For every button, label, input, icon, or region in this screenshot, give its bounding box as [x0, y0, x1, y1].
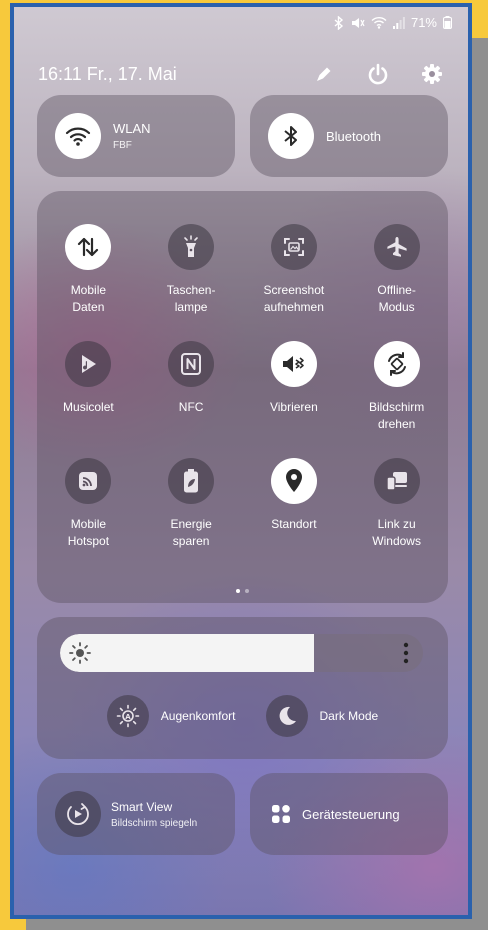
clock: 16:11 Fr., 17. Mai [38, 64, 177, 85]
sun-icon [69, 642, 91, 664]
clock-time: 16:11 [38, 63, 82, 84]
tile-label: Mobile Hotspot [67, 517, 110, 548]
dark-mode-label: Dark Mode [319, 709, 379, 723]
smart-view-icon [55, 791, 101, 837]
tile-hotspot[interactable]: Mobile Hotspot [37, 458, 140, 575]
eye-comfort-toggle[interactable]: A Augenkomfort [106, 695, 236, 737]
smart-view-label: Smart View [111, 799, 173, 814]
page-indicator [37, 589, 448, 593]
tile-label: Musicolet [63, 400, 114, 414]
hotspot-icon [65, 458, 112, 504]
tile-nfc[interactable]: NFC [140, 341, 243, 458]
tile-label: Taschen- lampe [166, 283, 216, 314]
tile-label: Link zu Windows [372, 517, 421, 548]
device-control-label: Gerätesteuerung [302, 806, 400, 822]
power-icon [368, 63, 388, 85]
tile-label: Screenshot aufnehmen [263, 283, 325, 314]
tile-airplane-mode[interactable]: Offline- Modus [345, 224, 448, 341]
header-tools [312, 62, 444, 86]
battery-percent: 71% [410, 15, 437, 30]
tile-link-to-windows[interactable]: Link zu Windows [345, 458, 448, 575]
settings-button[interactable] [420, 62, 444, 86]
status-bar: 71% [333, 15, 452, 30]
wifi-status-icon [371, 16, 387, 29]
quick-tiles-panel: Mobile Daten Taschen- lampe Screenshot a… [37, 191, 448, 603]
tile-label: Vibrieren [269, 400, 318, 414]
tile-label: Bildschirm drehen [368, 400, 425, 431]
dark-mode-toggle[interactable]: Dark Mode [265, 695, 379, 737]
smart-view-button[interactable]: Smart View Bildschirm spiegeln [37, 773, 235, 855]
nfc-icon [168, 341, 215, 387]
battery-saver-icon [168, 458, 215, 504]
bluetooth-icon [268, 113, 314, 159]
mobile-data-icon [65, 224, 112, 270]
tile-label: Mobile Daten [70, 283, 107, 314]
tile-flashlight[interactable]: Taschen- lampe [140, 224, 243, 341]
screenshot-icon [270, 224, 317, 270]
tile-musicolet[interactable]: Musicolet [37, 341, 140, 458]
musicolet-icon [65, 341, 112, 387]
brightness-slider-fill [60, 634, 315, 672]
bluetooth-status-icon [333, 15, 345, 30]
tile-label: Standort [271, 517, 317, 531]
tile-label: NFC [178, 400, 204, 414]
power-button[interactable] [366, 62, 390, 86]
brightness-slider[interactable] [60, 634, 423, 672]
device-control-button[interactable]: Gerätesteuerung [250, 773, 448, 855]
vibrate-icon [270, 341, 317, 387]
quick-tiles-grid: Mobile Daten Taschen- lampe Screenshot a… [37, 224, 448, 575]
wlan-label: WLAN [113, 121, 151, 136]
panel-header: 16:11 Fr., 17. Mai [38, 61, 444, 87]
quick-panel-screen: 71% 16:11 Fr., 17. Mai WLAN FBF Bluetoot… [10, 3, 472, 919]
device-control-icon [272, 805, 290, 823]
airplane-icon [373, 224, 420, 270]
wlan-network: FBF [113, 140, 132, 151]
edit-button[interactable] [312, 62, 336, 86]
tile-power-saving[interactable]: Energie sparen [140, 458, 243, 575]
moon-icon [265, 695, 308, 737]
tile-location[interactable]: Standort [243, 458, 346, 575]
rotate-icon [373, 341, 420, 387]
tile-label: Energie sparen [170, 517, 212, 548]
clock-date: Fr., 17. Mai [86, 63, 177, 84]
pencil-icon [317, 67, 331, 81]
mute-status-icon [351, 16, 365, 30]
location-icon [270, 458, 317, 504]
tile-screenshot[interactable]: Screenshot aufnehmen [243, 224, 346, 341]
svg-text:A: A [125, 713, 131, 721]
page-dot-active [236, 589, 240, 593]
brightness-panel: A Augenkomfort Dark Mode [37, 617, 448, 759]
page-dot [245, 589, 249, 593]
tile-mobile-data[interactable]: Mobile Daten [37, 224, 140, 341]
bluetooth-toggle[interactable]: Bluetooth [250, 95, 448, 177]
flashlight-icon [168, 224, 215, 270]
tile-vibrate[interactable]: Vibrieren [243, 341, 346, 458]
eye-comfort-label: Augenkomfort [160, 709, 236, 723]
link-windows-icon [373, 458, 420, 504]
wifi-icon [55, 113, 101, 159]
display-toggles: A Augenkomfort Dark Mode [37, 695, 448, 737]
battery-icon [443, 16, 452, 29]
wlan-toggle[interactable]: WLAN FBF [37, 95, 235, 177]
gear-icon [422, 64, 442, 84]
tile-label: Offline- Modus [377, 283, 416, 314]
signal-status-icon [392, 16, 405, 29]
smart-view-sub: Bildschirm spiegeln [111, 817, 198, 829]
eye-comfort-icon: A [106, 695, 149, 737]
tile-auto-rotate[interactable]: Bildschirm drehen [345, 341, 448, 458]
more-options-icon [403, 642, 409, 664]
bluetooth-label: Bluetooth [326, 128, 381, 144]
